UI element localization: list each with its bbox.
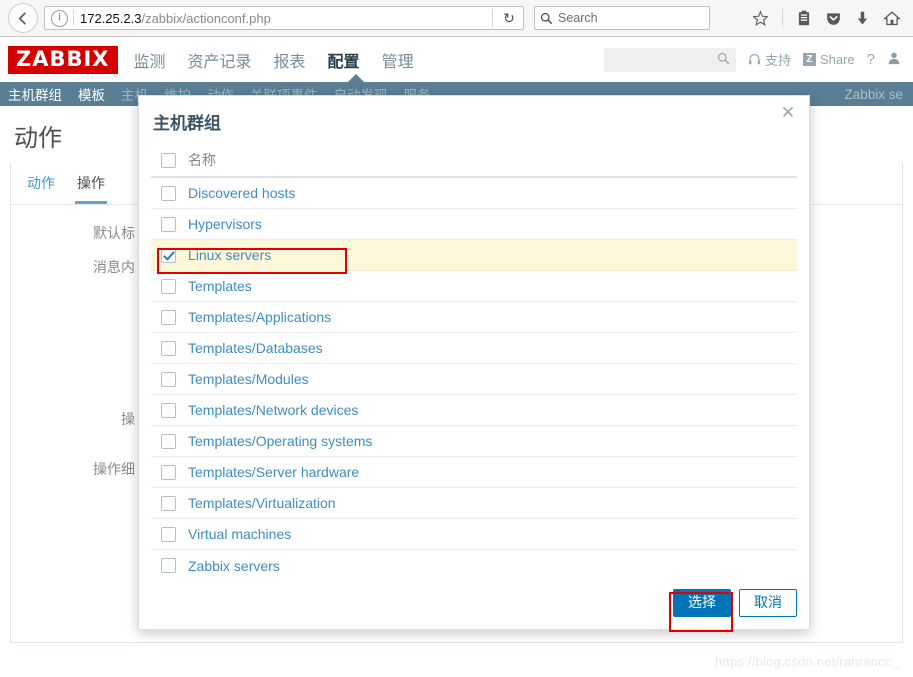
zabbix-logo[interactable]: ZABBIX [8, 45, 118, 74]
share-label: Share [819, 52, 855, 67]
browser-search-field[interactable]: Search [534, 6, 710, 30]
modal-footer: 选择 取消 [139, 581, 809, 629]
browser-search-placeholder: Search [558, 11, 598, 25]
list-header-row: 名称 [151, 144, 797, 178]
row-checkbox[interactable] [161, 216, 176, 232]
reload-icon[interactable]: ↻ [499, 10, 519, 27]
row-checkbox[interactable] [161, 495, 176, 511]
browser-toolbar: i 172.25.2.3/zabbix/actionconf.php ↻ Sea… [0, 0, 913, 37]
row-checkbox[interactable] [161, 433, 176, 449]
list-item-label[interactable]: Templates/Network devices [188, 402, 358, 418]
browser-tool-icons [752, 9, 905, 27]
cancel-button[interactable]: 取消 [739, 588, 797, 617]
modal-header: 主机群组 ✕ [139, 96, 809, 144]
list-item-label[interactable]: Templates/Operating systems [188, 433, 372, 449]
modal-title: 主机群组 [153, 114, 221, 133]
label-default-subject: 默认标 [93, 225, 135, 241]
active-nav-indicator [348, 74, 364, 82]
home-icon[interactable] [883, 10, 901, 27]
host-groups-modal: 主机群组 ✕ 名称 Discovered hosts Hypervisors L… [138, 95, 810, 630]
list-item[interactable]: Templates/Databases [151, 333, 797, 364]
list-item[interactable]: Templates [151, 271, 797, 302]
list-item[interactable]: Virtual machines [151, 519, 797, 550]
list-item-label[interactable]: Zabbix servers [188, 558, 280, 574]
list-item-label[interactable]: Discovered hosts [188, 185, 295, 201]
row-checkbox[interactable] [161, 371, 176, 387]
nav-item-inventory[interactable]: 资产记录 [186, 36, 254, 84]
row-checkbox-checked[interactable] [161, 247, 176, 263]
search-icon [717, 52, 730, 68]
list-item[interactable]: Zabbix servers [151, 550, 797, 581]
help-link[interactable]: ? [867, 51, 875, 68]
downloads-icon[interactable] [855, 10, 870, 27]
nav-item-monitoring[interactable]: 监测 [132, 36, 168, 84]
nav-item-administration[interactable]: 管理 [380, 36, 416, 84]
row-checkbox[interactable] [161, 526, 176, 542]
header-right-tools: 支持 Z Share ? [603, 47, 901, 72]
row-checkbox[interactable] [161, 309, 176, 325]
watermark: https://blog.csdn.net/ranrancc_ [715, 654, 899, 669]
page-info-icon[interactable]: i [51, 9, 68, 27]
url-bar[interactable]: i 172.25.2.3/zabbix/actionconf.php ↻ [44, 6, 524, 30]
main-nav: 监测 资产记录 报表 配置 管理 [132, 36, 416, 84]
host-groups-list: 名称 Discovered hosts Hypervisors Linux se… [139, 144, 809, 581]
share-link[interactable]: Z Share [802, 52, 855, 67]
bookmark-star-icon[interactable] [752, 9, 769, 27]
tab-operations[interactable]: 操作 [75, 169, 107, 204]
share-badge-icon: Z [802, 53, 816, 66]
list-item[interactable]: Templates/Virtualization [151, 488, 797, 519]
list-item-label[interactable]: Templates [188, 278, 252, 294]
headset-icon [748, 54, 760, 65]
list-item[interactable]: Hypervisors [151, 209, 797, 240]
label-operation-details: 操作细 [93, 461, 135, 477]
submenu-item-templates[interactable]: 模板 [78, 84, 105, 104]
submenu-right-text: Zabbix se [844, 86, 903, 102]
row-checkbox[interactable] [161, 402, 176, 418]
back-arrow-icon[interactable] [8, 3, 38, 33]
url-separator [492, 9, 493, 27]
list-item-label[interactable]: Templates/Server hardware [188, 464, 359, 480]
select-button[interactable]: 选择 [673, 588, 731, 617]
support-link[interactable]: 支持 [748, 50, 791, 69]
search-icon [540, 12, 553, 24]
close-icon[interactable]: ✕ [777, 102, 799, 124]
submenu-item-host-groups[interactable]: 主机群组 [8, 84, 62, 104]
list-item-selected[interactable]: Linux servers [151, 240, 797, 271]
list-item[interactable]: Templates/Applications [151, 302, 797, 333]
url-text: 172.25.2.3/zabbix/actionconf.php [80, 11, 486, 26]
list-item-label[interactable]: Templates/Virtualization [188, 495, 336, 511]
row-checkbox[interactable] [161, 185, 176, 201]
library-icon[interactable] [796, 10, 812, 27]
toolbar-divider [782, 9, 783, 27]
list-item-label[interactable]: Hypervisors [188, 216, 262, 232]
row-checkbox[interactable] [161, 558, 176, 573]
list-item-label[interactable]: Templates/Databases [188, 340, 323, 356]
user-profile-icon[interactable] [887, 51, 901, 68]
list-item[interactable]: Templates/Operating systems [151, 426, 797, 457]
url-host: 172.25.2.3 [80, 10, 142, 26]
row-checkbox[interactable] [161, 340, 176, 356]
global-search-input[interactable] [603, 47, 736, 72]
zabbix-header: ZABBIX 监测 资产记录 报表 配置 管理 支持 Z Share ? [0, 37, 913, 82]
url-path: /zabbix/actionconf.php [141, 10, 271, 26]
url-divider [73, 10, 74, 26]
list-item-label[interactable]: Linux servers [188, 247, 271, 263]
tab-action[interactable]: 动作 [25, 169, 57, 204]
nav-item-reports[interactable]: 报表 [272, 36, 308, 84]
list-item-label[interactable]: Templates/Modules [188, 371, 309, 387]
label-message-content: 消息内 [93, 259, 135, 275]
list-item[interactable]: Templates/Network devices [151, 395, 797, 426]
support-label: 支持 [764, 53, 791, 68]
row-checkbox[interactable] [161, 278, 176, 294]
list-item[interactable]: Discovered hosts [151, 178, 797, 209]
list-item-label[interactable]: Templates/Applications [188, 309, 331, 325]
pocket-icon[interactable] [825, 10, 842, 27]
label-operations: 操 [121, 411, 135, 427]
row-checkbox[interactable] [161, 464, 176, 480]
list-item-label[interactable]: Virtual machines [188, 526, 291, 542]
list-item[interactable]: Templates/Server hardware [151, 457, 797, 488]
list-item[interactable]: Templates/Modules [151, 364, 797, 395]
column-header-name: 名称 [188, 152, 216, 168]
select-all-checkbox[interactable] [161, 152, 176, 168]
